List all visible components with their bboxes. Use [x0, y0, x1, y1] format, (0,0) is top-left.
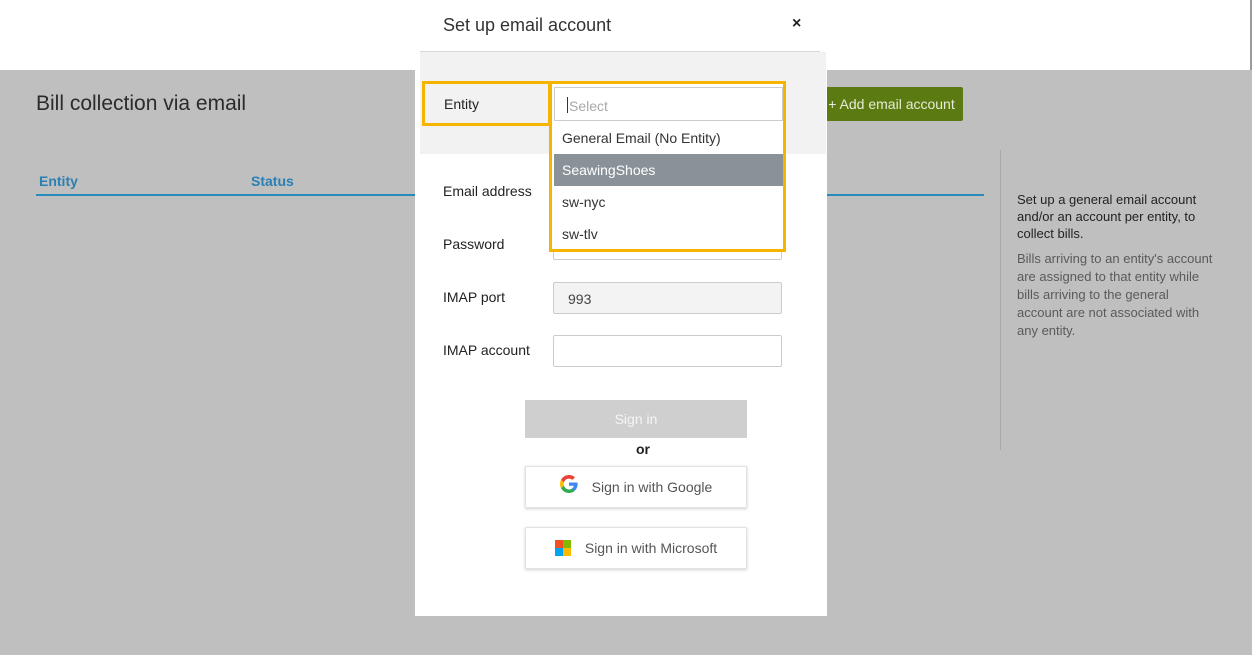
- entity-label: Entity: [422, 81, 551, 126]
- sign-in-google-button[interactable]: Sign in with Google: [525, 466, 747, 508]
- entity-option-sw-tlv[interactable]: sw-tlv: [554, 218, 783, 250]
- column-header-entity[interactable]: Entity: [39, 173, 78, 189]
- or-divider-text: or: [636, 441, 650, 457]
- entity-option-sw-nyc[interactable]: sw-nyc: [554, 186, 783, 218]
- table-header-divider: [36, 194, 416, 196]
- microsoft-icon: [554, 540, 571, 556]
- page-title: Bill collection via email: [36, 92, 247, 115]
- sign-in-google-label: Sign in with Google: [591, 479, 713, 495]
- select-placeholder: Select: [569, 98, 608, 114]
- column-header-status[interactable]: Status: [251, 173, 294, 189]
- side-panel-divider: [1000, 150, 1001, 450]
- imap-port-label: IMAP port: [443, 289, 505, 305]
- imap-port-value: 993: [568, 291, 592, 307]
- modal-header: Set up email account ×: [420, 0, 820, 52]
- entity-dropdown[interactable]: Select General Email (No Entity) Seawing…: [549, 81, 786, 252]
- side-info-panel: Set up a general email account and/or an…: [1017, 191, 1217, 340]
- sign-in-microsoft-label: Sign in with Microsoft: [584, 540, 718, 556]
- sign-in-microsoft-button[interactable]: Sign in with Microsoft: [525, 527, 747, 569]
- password-label: Password: [443, 236, 505, 252]
- entity-option-seawingshoes[interactable]: SeawingShoes: [554, 154, 783, 186]
- imap-account-label: IMAP account: [443, 342, 530, 358]
- entity-option-general[interactable]: General Email (No Entity): [554, 122, 783, 154]
- imap-port-field[interactable]: 993: [553, 282, 782, 314]
- text-cursor: [567, 97, 568, 113]
- modal-title: Set up email account: [443, 15, 612, 35]
- imap-account-field[interactable]: [553, 335, 782, 367]
- side-info-sub: Bills arriving to an entity's account ar…: [1017, 251, 1213, 338]
- google-icon: [559, 475, 578, 499]
- entity-select-input[interactable]: Select: [554, 87, 783, 121]
- add-email-account-button[interactable]: + Add email account: [820, 87, 963, 121]
- email-address-label: Email address: [443, 183, 532, 199]
- side-info-main: Set up a general email account and/or an…: [1017, 192, 1197, 241]
- close-icon[interactable]: ×: [792, 15, 801, 33]
- entity-options-list: General Email (No Entity) SeawingShoes s…: [554, 122, 783, 250]
- sign-in-button[interactable]: Sign in: [525, 400, 747, 438]
- table-header-divider: [826, 194, 984, 196]
